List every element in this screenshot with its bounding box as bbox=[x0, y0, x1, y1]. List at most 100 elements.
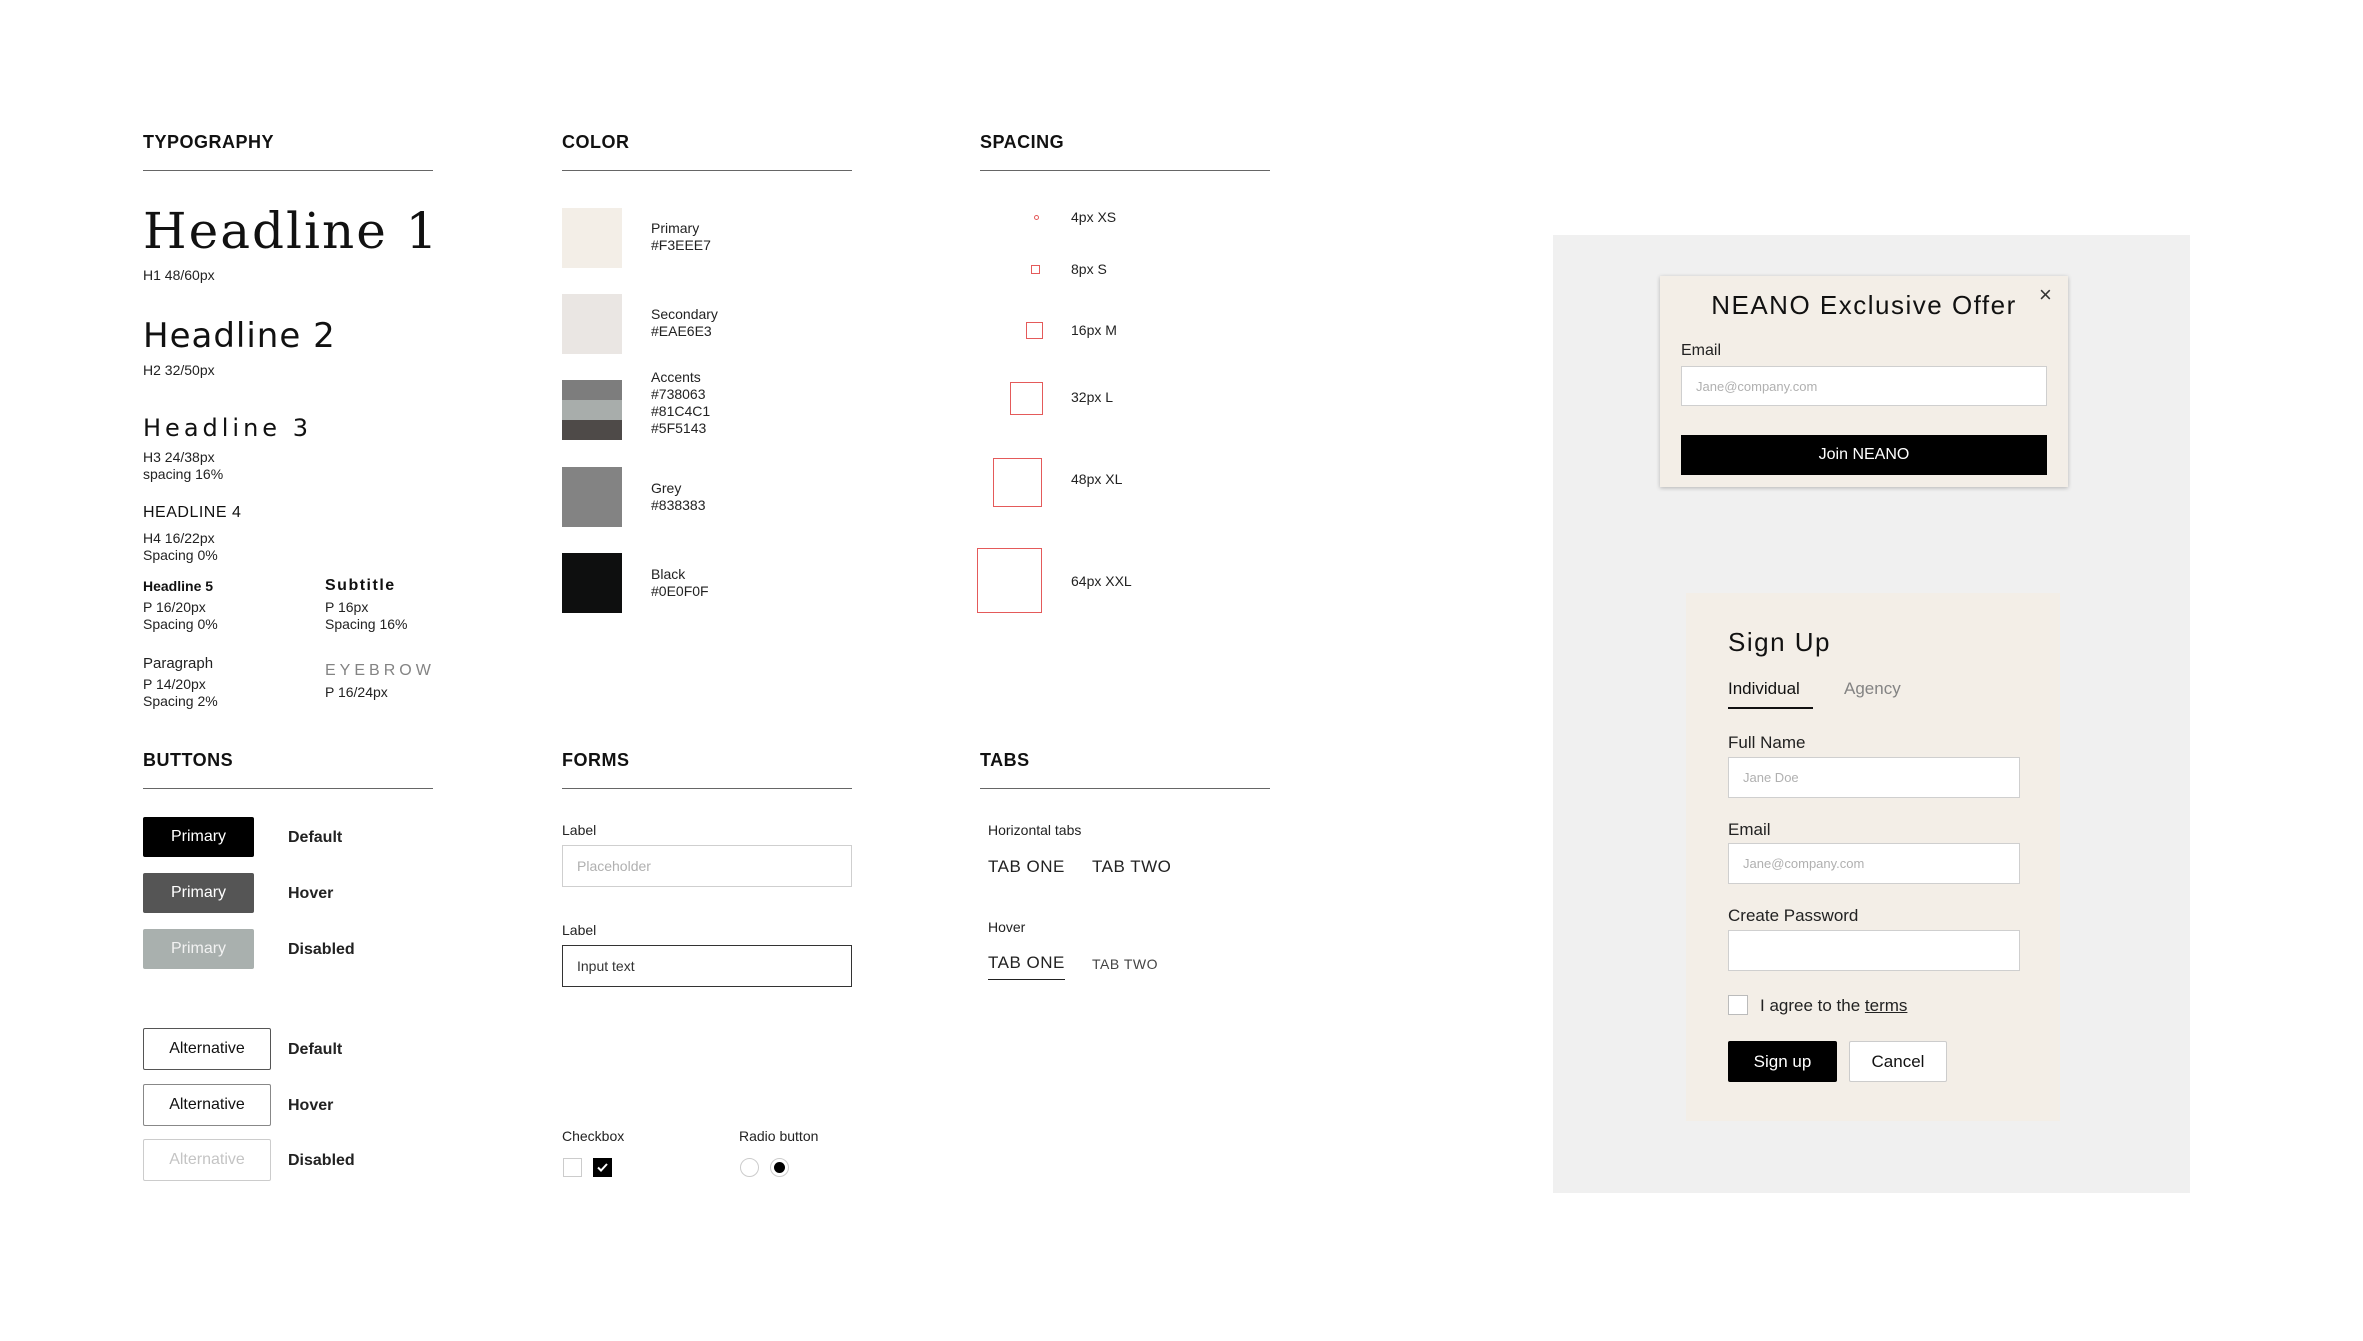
spacing-label-xxl: 64px XXL bbox=[1071, 573, 1132, 589]
headline-1-sample: Headline 1 bbox=[143, 202, 440, 260]
accent-swatch-1 bbox=[562, 380, 622, 400]
section-title-forms: FORMS bbox=[562, 750, 630, 770]
eyebrow-sample: EYEBROW bbox=[325, 662, 435, 679]
spacing-label-l: 32px L bbox=[1071, 389, 1114, 405]
color-swatch-grey bbox=[562, 467, 622, 527]
section-divider bbox=[980, 170, 1270, 171]
modal-email-label: Email bbox=[1681, 342, 1722, 359]
color-hex-accent-1: #738063 bbox=[651, 386, 706, 402]
text-input-active[interactable]: Input text bbox=[562, 945, 852, 987]
modal-title: NEANO Exclusive Offer bbox=[1711, 290, 2017, 320]
headline-4-sample: HEADLINE 4 bbox=[143, 504, 242, 521]
password-input[interactable] bbox=[1728, 930, 2020, 971]
spacing-box-m bbox=[1026, 322, 1043, 339]
checkbox-checked[interactable] bbox=[593, 1158, 612, 1177]
agree-text: I agree to the terms bbox=[1760, 996, 1907, 1016]
section-title-buttons: BUTTONS bbox=[143, 750, 234, 770]
color-name-accents: Accents bbox=[651, 369, 701, 385]
headline-3-spec: H3 24/38px bbox=[143, 449, 215, 465]
spacing-label-xs: 4px XS bbox=[1071, 209, 1117, 225]
placeholder-input[interactable]: Placeholder bbox=[562, 845, 852, 887]
section-divider bbox=[143, 788, 433, 789]
headline-2-sample: Headline 2 bbox=[143, 316, 336, 356]
subtitle-spacing: Spacing 16% bbox=[325, 616, 408, 632]
tab-one-hover[interactable]: TAB ONE bbox=[988, 953, 1065, 980]
check-icon bbox=[597, 1163, 608, 1172]
agree-prefix: I agree to the bbox=[1760, 996, 1865, 1015]
color-hex-black: #0E0F0F bbox=[651, 583, 709, 599]
close-icon[interactable]: × bbox=[2039, 282, 2052, 308]
spacing-box-xs bbox=[1034, 215, 1039, 220]
button-state-label: Default bbox=[288, 1041, 343, 1058]
tab-two[interactable]: TAB TWO bbox=[1092, 857, 1171, 877]
color-swatch-black bbox=[562, 553, 622, 613]
primary-button-hover[interactable]: Primary bbox=[143, 873, 254, 913]
primary-button-disabled[interactable]: Primary bbox=[143, 929, 254, 969]
color-swatch-secondary bbox=[562, 294, 622, 354]
fullname-input[interactable]: Jane Doe bbox=[1728, 757, 2020, 798]
offer-modal: NEANO Exclusive Offer × Email Jane@compa… bbox=[1660, 276, 2068, 487]
join-button[interactable]: Join NEANO bbox=[1681, 435, 2047, 475]
section-title-typography: TYPOGRAPHY bbox=[143, 132, 275, 152]
color-name-black: Black bbox=[651, 566, 686, 582]
checkbox-label: Checkbox bbox=[562, 1128, 625, 1144]
password-label: Create Password bbox=[1728, 906, 1859, 925]
headline-1-spec: H1 48/60px bbox=[143, 267, 215, 283]
checkbox-unchecked[interactable] bbox=[563, 1158, 582, 1177]
spacing-label-xl: 48px XL bbox=[1071, 471, 1123, 487]
alternative-button-disabled[interactable]: Alternative bbox=[143, 1139, 271, 1181]
section-title-color: COLOR bbox=[562, 132, 630, 152]
spacing-box-s bbox=[1031, 265, 1040, 274]
radio-unselected[interactable] bbox=[740, 1158, 759, 1177]
section-divider bbox=[980, 788, 1270, 789]
hover-tabs-label: Hover bbox=[988, 919, 1026, 935]
tab-one[interactable]: TAB ONE bbox=[988, 857, 1065, 877]
subtitle-spec: P 16px bbox=[325, 599, 369, 615]
modal-email-input[interactable]: Jane@company.com bbox=[1681, 366, 2047, 406]
button-state-label: Disabled bbox=[288, 941, 355, 958]
paragraph-spec: P 14/20px bbox=[143, 676, 206, 692]
section-divider bbox=[562, 788, 852, 789]
signup-card: Sign Up Individual Agency Full Name Jane… bbox=[1686, 593, 2060, 1121]
radio-selected[interactable] bbox=[770, 1158, 789, 1177]
signup-button[interactable]: Sign up bbox=[1728, 1041, 1837, 1082]
spacing-label-m: 16px M bbox=[1071, 322, 1117, 338]
alternative-button-default[interactable]: Alternative bbox=[143, 1028, 271, 1070]
color-name-secondary: Secondary bbox=[651, 306, 718, 322]
headline-2-spec: H2 32/50px bbox=[143, 362, 215, 378]
paragraph-spacing: Spacing 2% bbox=[143, 693, 218, 709]
horizontal-tabs-label: Horizontal tabs bbox=[988, 822, 1082, 838]
tab-agency[interactable]: Agency bbox=[1844, 679, 1901, 699]
fullname-label: Full Name bbox=[1728, 733, 1806, 752]
tab-individual[interactable]: Individual bbox=[1728, 679, 1813, 709]
spacing-box-l bbox=[1010, 382, 1043, 415]
button-state-label: Hover bbox=[288, 1097, 334, 1114]
form-label: Label bbox=[562, 822, 597, 838]
subtitle-sample: Subtitle bbox=[325, 577, 396, 594]
color-hex-accent-2: #81C4C1 bbox=[651, 403, 711, 419]
radio-button-label: Radio button bbox=[739, 1128, 819, 1144]
email-input[interactable]: Jane@company.com bbox=[1728, 843, 2020, 884]
color-swatch-accents bbox=[562, 380, 622, 440]
color-hex-secondary: #EAE6E3 bbox=[651, 323, 712, 339]
accent-swatch-2 bbox=[562, 400, 622, 420]
section-title-spacing: SPACING bbox=[980, 132, 1065, 152]
button-state-label: Disabled bbox=[288, 1152, 355, 1169]
signup-title: Sign Up bbox=[1728, 627, 1831, 657]
agree-checkbox[interactable] bbox=[1728, 995, 1748, 1015]
alternative-button-hover[interactable]: Alternative bbox=[143, 1084, 271, 1126]
section-title-tabs: TABS bbox=[980, 750, 1030, 770]
terms-link[interactable]: terms bbox=[1865, 996, 1908, 1015]
color-hex-primary: #F3EEE7 bbox=[651, 237, 711, 253]
email-label: Email bbox=[1728, 820, 1771, 839]
headline-5-sample: Headline 5 bbox=[143, 578, 214, 594]
cancel-button[interactable]: Cancel bbox=[1849, 1041, 1947, 1082]
form-label: Label bbox=[562, 922, 597, 938]
primary-button-default[interactable]: Primary bbox=[143, 817, 254, 857]
spacing-label-s: 8px S bbox=[1071, 261, 1107, 277]
accent-swatch-3 bbox=[562, 420, 622, 440]
headline-5-spec: P 16/20px bbox=[143, 599, 206, 615]
headline-4-spec: H4 16/22px bbox=[143, 530, 215, 546]
headline-3-spacing: spacing 16% bbox=[143, 466, 224, 482]
tab-two-hover[interactable]: TAB TWO bbox=[1092, 956, 1158, 972]
